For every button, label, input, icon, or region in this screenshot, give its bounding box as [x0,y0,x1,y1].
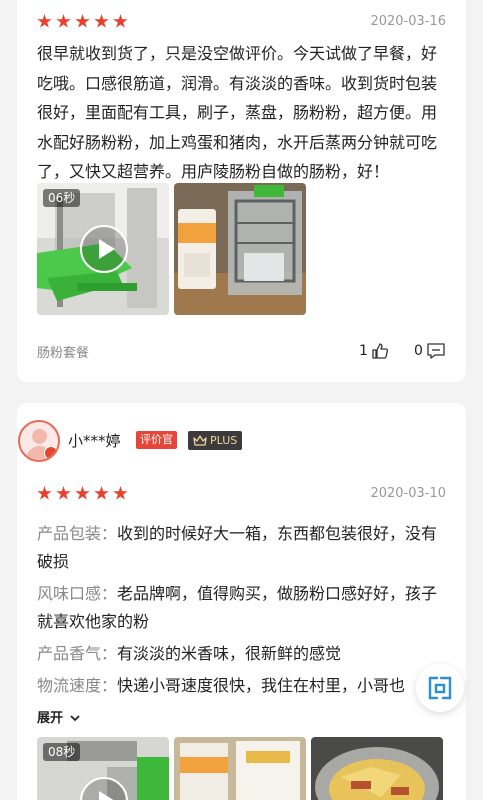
review-date: 2020-03-10 [370,486,446,501]
field-label: 物流速度： [37,676,118,695]
plus-badge: PLUS [188,431,243,450]
product-photo-image [174,183,306,315]
field-label: 风味口感： [37,584,118,603]
dish-photo-image [311,737,443,800]
expand-label: 展开 [37,711,64,726]
ask-icon [428,676,452,700]
review-photo[interactable] [174,183,306,315]
review-video-thumbnail[interactable]: 06秒 [37,183,169,315]
review-text: 很早就收到货了，只是没空做评价。今天试做了早餐，好吃哦。口感很筋道，润滑。有淡淡… [37,44,438,181]
star-icon [94,14,109,28]
comment-button[interactable]: 0 [414,342,446,360]
review-video-thumbnail[interactable]: 08秒 [37,737,169,800]
star-icon [56,486,71,500]
thumbs-up-icon [372,343,388,359]
plus-label: PLUS [210,434,238,447]
username: 小***婷 [68,432,121,450]
video-duration-badge: 08秒 [43,743,81,761]
like-count: 1 [359,343,368,359]
field-value: 有淡淡的米香味，很新鲜的感觉 [117,644,342,663]
star-icon [75,486,90,500]
star-icon [113,14,128,28]
star-icon [94,486,109,500]
video-duration-badge: 06秒 [43,189,81,207]
review-card: 2020-03-16 很早就收到货了，只是没空做评价。今天试做了早餐，好吃哦。口… [17,0,466,382]
crown-icon [193,435,207,446]
like-button[interactable]: 1 [359,342,389,360]
field-label: 产品香气： [37,644,118,663]
review-photo[interactable] [311,737,443,800]
chevron-down-icon [69,715,80,722]
avatar-badge-icon [44,446,58,460]
field-label: 产品包装： [37,524,118,543]
expand-button[interactable]: 展开 [37,707,80,726]
product-photo-image [174,737,306,800]
star-icon [75,14,90,28]
review-field-taste: 风味口感：老品牌啊，值得购买，做肠粉口感好好，孩子就喜欢他家的粉 [37,580,452,636]
review-date: 2020-03-16 [370,14,446,29]
comment-icon [427,343,445,359]
reviewer-badge: 评价官 [136,431,177,449]
star-icon [37,486,52,500]
comment-count: 0 [414,343,423,359]
star-icon [113,486,128,500]
review-field-aroma: 产品香气：有淡淡的米香味，很新鲜的感觉 [37,640,452,668]
play-icon[interactable] [80,225,128,273]
field-value: 快递小哥速度很快，我住在村里，小哥也 [117,676,406,695]
review-field-logistics: 物流速度：快递小哥速度很快，我住在村里，小哥也 [37,672,407,700]
review-photo[interactable] [174,737,306,800]
rating-stars [37,486,128,501]
star-icon [56,14,71,28]
product-spec-label: 肠粉套餐 [37,346,90,361]
star-icon [37,14,52,28]
rating-stars [37,14,128,29]
avatar-head [32,429,47,444]
review-field-packaging: 产品包装：收到的时候好大一箱，东西都包装很好，没有破损 [37,520,452,576]
user-avatar[interactable] [18,420,60,462]
ask-question-button[interactable]: 问 [416,664,464,712]
